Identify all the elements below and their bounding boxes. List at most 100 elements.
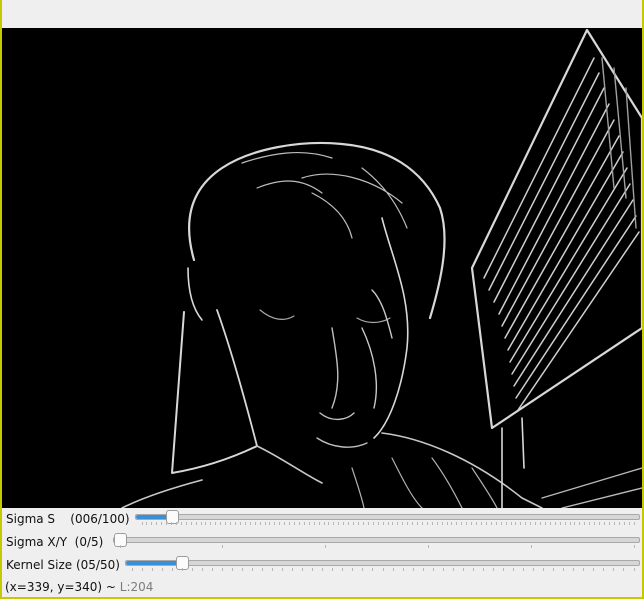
tick-mark xyxy=(502,568,504,571)
tick-mark xyxy=(456,522,458,525)
tick-mark xyxy=(441,522,443,525)
tick-mark xyxy=(367,522,369,525)
tick-mark xyxy=(472,568,474,571)
tick-mark xyxy=(231,568,233,571)
status-coords-wrapper: (x=339, y=340) ~ L:204 xyxy=(5,580,153,594)
tick-mark xyxy=(328,522,330,525)
cursor-coordinates: (x=339, y=340) ~ xyxy=(5,580,120,594)
luminance-readout: L:204 xyxy=(119,580,154,594)
tick-mark xyxy=(540,522,542,525)
trackbar-sigma-s: Sigma S (006/100) xyxy=(2,508,642,531)
trackbar-ticks xyxy=(113,545,640,549)
tick-mark xyxy=(353,522,355,525)
trackbar-fill xyxy=(126,561,183,565)
tick-mark xyxy=(583,568,585,571)
tick-mark xyxy=(513,568,515,571)
tick-mark xyxy=(294,522,296,525)
tick-mark xyxy=(633,522,635,525)
tick-mark xyxy=(141,568,143,571)
tick-mark xyxy=(221,568,223,571)
tick-mark xyxy=(412,522,414,525)
tick-mark xyxy=(151,522,153,525)
tick-mark xyxy=(313,522,315,525)
tick-mark xyxy=(633,568,635,571)
tick-mark xyxy=(584,522,586,525)
edge-image-view[interactable] xyxy=(2,28,642,508)
tick-mark xyxy=(191,568,193,571)
tick-mark xyxy=(382,522,384,525)
tick-mark xyxy=(599,522,601,525)
trackbar-ticks xyxy=(125,568,640,572)
tick-mark xyxy=(254,522,256,525)
tick-mark xyxy=(500,522,502,525)
tick-mark xyxy=(549,522,551,525)
window-toolbar xyxy=(2,0,642,29)
trackbar-groove[interactable] xyxy=(135,510,640,524)
tick-mark xyxy=(553,568,555,571)
tick-mark xyxy=(608,522,610,525)
tick-mark xyxy=(338,522,340,525)
tick-mark xyxy=(175,522,177,525)
tick-mark xyxy=(564,522,566,525)
tick-mark xyxy=(185,522,187,525)
tick-mark xyxy=(436,522,438,525)
tick-mark xyxy=(492,568,494,571)
tick-mark xyxy=(333,522,335,525)
tick-mark xyxy=(603,522,605,525)
tick-mark xyxy=(525,522,527,525)
tick-mark xyxy=(241,568,243,571)
tick-mark xyxy=(535,522,537,525)
tick-mark xyxy=(618,522,620,525)
tick-mark xyxy=(594,522,596,525)
tick-mark xyxy=(166,522,168,525)
tick-mark xyxy=(402,568,404,571)
opencv-window: Sigma S (006/100) Sigma X/Y (0/5) Kernel… xyxy=(2,0,642,597)
status-bar: (x=339, y=340) ~ L:204 xyxy=(2,578,642,597)
tick-mark xyxy=(579,522,581,525)
tick-mark xyxy=(543,568,545,571)
tick-mark xyxy=(308,522,310,525)
tick-mark xyxy=(603,568,605,571)
tick-mark xyxy=(205,522,207,525)
tick-mark xyxy=(332,568,334,571)
tick-mark xyxy=(225,522,227,525)
tick-mark xyxy=(141,522,143,525)
tick-mark xyxy=(156,522,158,525)
tick-mark xyxy=(613,568,615,571)
tick-mark xyxy=(322,568,324,571)
tick-mark xyxy=(211,568,213,571)
tick-mark xyxy=(289,522,291,525)
tick-mark xyxy=(372,522,374,525)
tick-mark xyxy=(533,568,535,571)
tick-mark xyxy=(530,522,532,525)
edge-detected-frame xyxy=(2,28,642,508)
tick-mark xyxy=(200,522,202,525)
tick-mark xyxy=(292,568,294,571)
tick-mark xyxy=(451,522,453,525)
tick-mark xyxy=(259,522,261,525)
tick-mark xyxy=(426,522,428,525)
trackbar-label: Sigma S (006/100) xyxy=(6,512,130,526)
tick-mark xyxy=(417,522,419,525)
trackbar-groove[interactable] xyxy=(125,556,640,570)
tick-mark xyxy=(377,522,379,525)
tick-mark xyxy=(249,522,251,525)
tick-mark xyxy=(480,522,482,525)
tick-mark xyxy=(274,522,276,525)
tick-mark xyxy=(613,522,615,525)
tick-mark xyxy=(230,522,232,525)
tick-mark xyxy=(462,568,464,571)
trackbar-groove[interactable] xyxy=(113,533,640,547)
tick-mark xyxy=(422,568,424,571)
trackbar-ticks xyxy=(135,522,640,526)
tick-mark xyxy=(510,522,512,525)
tick-mark xyxy=(623,522,625,525)
tick-mark xyxy=(392,568,394,571)
tick-mark xyxy=(574,522,576,525)
tick-mark xyxy=(402,522,404,525)
tick-mark xyxy=(201,568,203,571)
tick-mark xyxy=(234,522,236,525)
tick-mark xyxy=(523,568,525,571)
tick-mark xyxy=(131,568,133,571)
tick-mark xyxy=(180,522,182,525)
